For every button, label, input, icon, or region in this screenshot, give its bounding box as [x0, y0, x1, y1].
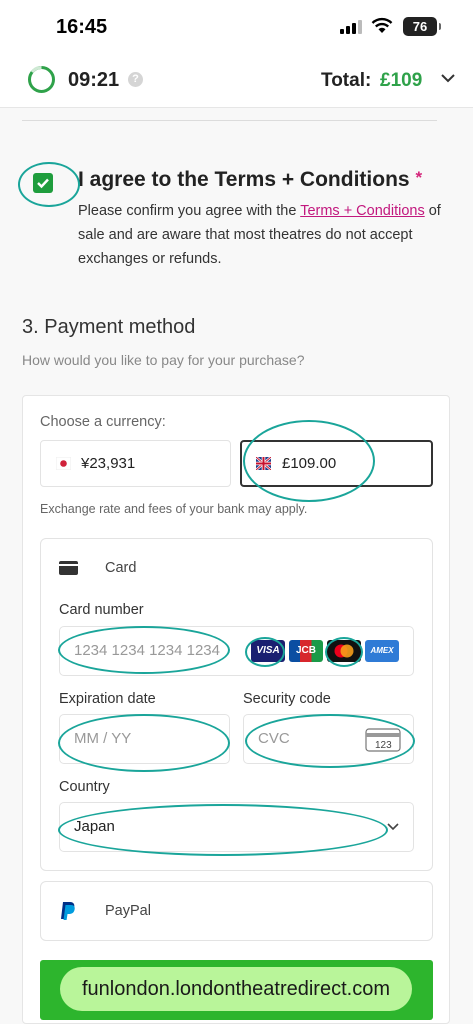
timer-ring-icon [28, 65, 55, 93]
expiration-label: Expiration date [59, 691, 156, 707]
chevron-down-icon [387, 823, 399, 831]
expiration-placeholder: MM / YY [74, 730, 132, 747]
currency-option-gbp[interactable]: £109.00 [240, 440, 433, 487]
battery-icon: 76 [403, 17, 441, 36]
japan-flag-icon [56, 457, 71, 470]
credit-card-icon [59, 561, 78, 575]
terms-conditions-link[interactable]: Terms + Conditions [300, 203, 425, 219]
total-value: £109 [380, 70, 423, 91]
cvc-icon-text: 123 [375, 740, 392, 751]
terms-body-text: Please confirm you agree with the [78, 203, 301, 219]
amex-logo-icon: AMEX [365, 640, 399, 662]
total-label: Total: [321, 70, 372, 91]
payment-section-subtitle: How would you like to pay for your purch… [22, 352, 305, 368]
status-bar: 16:45 76 [0, 0, 473, 52]
paypal-icon [61, 902, 75, 920]
website-url-overlay: funlondon.londontheatredirect.com [60, 967, 412, 1011]
help-icon[interactable]: ? [128, 72, 143, 87]
cellular-signal-icon [340, 20, 362, 34]
mastercard-logo-icon [327, 640, 361, 662]
card-number-label: Card number [59, 602, 144, 618]
paypal-label: PayPal [105, 903, 151, 919]
countdown-timer: 09:21 [68, 69, 120, 91]
checkmark-icon [37, 178, 49, 189]
required-marker: * [415, 168, 423, 187]
expiration-field[interactable]: MM / YY [59, 714, 230, 764]
cvc-card-icon: 123 [365, 728, 401, 752]
country-value: Japan [74, 818, 115, 835]
country-label: Country [59, 779, 110, 795]
currency-amount-jpy: ¥23,931 [81, 455, 136, 472]
currency-amount-gbp: £109.00 [282, 455, 337, 472]
uk-flag-icon [256, 457, 271, 470]
security-code-label: Security code [243, 691, 331, 707]
jcb-logo-icon: JCB [289, 640, 323, 662]
visa-logo-icon: VISA [251, 640, 285, 662]
security-code-placeholder: CVC [258, 730, 290, 747]
divider [22, 120, 437, 121]
currency-option-jpy[interactable]: ¥23,931 [40, 440, 231, 487]
exchange-note: Exchange rate and fees of your bank may … [40, 502, 308, 516]
country-select[interactable]: Japan [59, 802, 414, 852]
terms-checkbox[interactable] [33, 173, 53, 193]
terms-title: I agree to the Terms + Conditions * [78, 168, 422, 192]
paypal-option[interactable] [40, 881, 433, 941]
currency-label: Choose a currency: [40, 414, 166, 430]
wifi-icon [371, 17, 393, 33]
payment-section-title: 3. Payment method [22, 316, 196, 338]
status-time: 16:45 [56, 16, 108, 38]
checkout-header: 09:21 ? Total: £109 [0, 52, 473, 108]
terms-title-text: I agree to the Terms + Conditions [78, 168, 410, 191]
card-option-title[interactable]: Card [105, 560, 136, 576]
terms-body: Please confirm you agree with the Terms … [78, 199, 448, 271]
card-number-placeholder: 1234 1234 1234 1234 [74, 642, 220, 659]
chevron-down-icon[interactable] [440, 72, 456, 84]
